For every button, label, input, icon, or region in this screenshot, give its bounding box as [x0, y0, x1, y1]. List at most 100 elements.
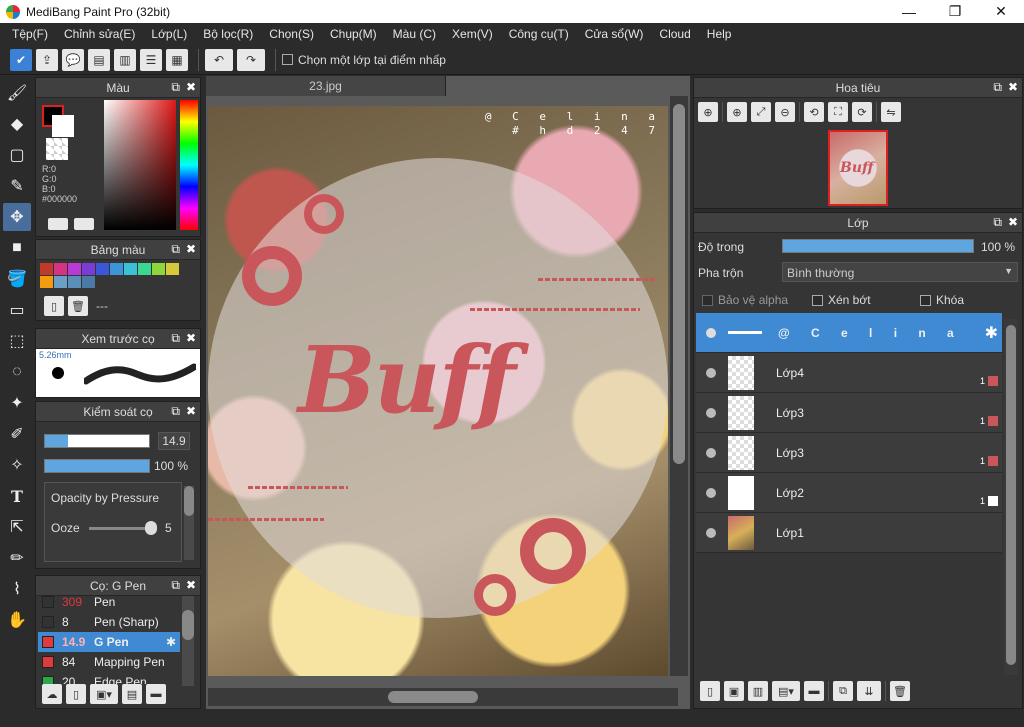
- text-tool-icon[interactable]: T: [3, 482, 31, 510]
- brush-item-g-pen[interactable]: 14.9 G Pen ✱: [38, 632, 180, 652]
- layer-opacity-slider[interactable]: [782, 239, 974, 253]
- add-brush-menu-icon[interactable]: ▣▾: [90, 684, 118, 704]
- brush-control-scrollbar[interactable]: [184, 486, 194, 560]
- cloud-check-icon[interactable]: ✔: [10, 48, 32, 71]
- duplicate-layer-icon[interactable]: ⧉: [833, 681, 853, 701]
- list-icon[interactable]: ☰: [140, 48, 162, 71]
- gradient-tool-icon[interactable]: ▭: [3, 296, 31, 324]
- menu-filter[interactable]: Bộ lọc(R): [195, 27, 261, 41]
- brush-item-edge-pen[interactable]: 20 Edge Pen: [38, 672, 180, 684]
- hue-slider[interactable]: [180, 100, 198, 230]
- float-icon[interactable]: ⧉: [993, 80, 1002, 94]
- new-folder-icon[interactable]: ▬: [804, 681, 824, 701]
- palette-swatch[interactable]: [54, 276, 67, 288]
- close-panel-icon[interactable]: ✖: [186, 578, 196, 592]
- close-panel-icon[interactable]: ✖: [186, 331, 196, 345]
- zoom-fit-icon[interactable]: ⊕: [698, 102, 718, 122]
- minimize-button[interactable]: —: [886, 0, 932, 23]
- palette-swatch[interactable]: [138, 263, 151, 275]
- saturation-value-picker[interactable]: [104, 100, 176, 230]
- visibility-icon[interactable]: [706, 407, 716, 418]
- close-panel-icon[interactable]: ✖: [186, 242, 196, 256]
- brush-list-scrollbar[interactable]: [182, 596, 194, 686]
- float-icon[interactable]: ⧉: [171, 404, 180, 418]
- palette-swatch[interactable]: [110, 263, 123, 275]
- palette-swatch[interactable]: [152, 263, 165, 275]
- blend-mode-select[interactable]: Bình thường ▼: [782, 262, 1018, 282]
- palette-swatch[interactable]: [124, 263, 137, 275]
- palette-swatch[interactable]: [82, 263, 95, 275]
- grid-icon[interactable]: ▦: [166, 48, 188, 71]
- document-canvas[interactable]: Buff @ C e l i n a # h d 2 4 7: [208, 106, 668, 676]
- brush-size-slider[interactable]: [44, 434, 150, 448]
- menu-tools[interactable]: Công cụ(T): [501, 27, 577, 41]
- maximize-button[interactable]: ❐: [932, 0, 978, 23]
- palette-swatch[interactable]: [166, 263, 179, 275]
- menu-file[interactable]: Tệp(F): [4, 27, 56, 41]
- actual-size-icon[interactable]: ⛶: [828, 102, 848, 122]
- palette-swatch[interactable]: [40, 263, 53, 275]
- ooze-slider-handle[interactable]: [145, 521, 157, 535]
- select-pen-icon[interactable]: ✐: [3, 420, 31, 448]
- select-eraser-icon[interactable]: ✧: [3, 451, 31, 479]
- eraser-tool-icon[interactable]: ◆: [3, 110, 31, 138]
- select-layer-checkbox[interactable]: [282, 54, 293, 65]
- visibility-icon[interactable]: [706, 527, 716, 538]
- new-palette-icon[interactable]: ▯: [44, 296, 64, 316]
- bucket-tool-icon[interactable]: 🪣: [3, 265, 31, 293]
- document-tab[interactable]: 23.jpg: [206, 76, 446, 96]
- visibility-icon[interactable]: [706, 487, 716, 498]
- layer-row[interactable]: Lớp4 1: [696, 353, 1002, 393]
- select-tool-icon[interactable]: ⬚: [3, 327, 31, 355]
- speech-bubble-icon[interactable]: 💬: [62, 48, 84, 71]
- gear-icon[interactable]: ✱: [985, 323, 998, 343]
- menu-cloud[interactable]: Cloud: [651, 27, 698, 41]
- eyedropper-icon[interactable]: ⌇: [3, 575, 31, 603]
- color-wheel-icon[interactable]: [48, 218, 68, 230]
- comment-icon[interactable]: ▤: [88, 48, 110, 71]
- layer-row[interactable]: Lớp3 1: [696, 393, 1002, 433]
- brush-settings-icon[interactable]: ▤: [122, 684, 142, 704]
- delete-palette-icon[interactable]: 🗑: [68, 296, 88, 316]
- magic-wand-icon[interactable]: ✦: [3, 389, 31, 417]
- clipping-checkbox[interactable]: [812, 294, 823, 306]
- close-panel-icon[interactable]: ✖: [186, 404, 196, 418]
- float-icon[interactable]: ⧉: [171, 331, 180, 345]
- layer-list-scrollbar[interactable]: [1004, 319, 1018, 675]
- visibility-icon[interactable]: [706, 367, 716, 378]
- hand-tool-icon[interactable]: ✋: [3, 606, 31, 634]
- redo-icon[interactable]: ↷: [237, 48, 265, 71]
- brush-size-value[interactable]: 14.9: [158, 432, 190, 450]
- rectangle-tool-icon[interactable]: ▢: [3, 141, 31, 169]
- new-1bit-layer-icon[interactable]: ▥: [748, 681, 768, 701]
- palette-swatch[interactable]: [82, 276, 95, 288]
- add-layer-menu-icon[interactable]: ▤▾: [772, 681, 800, 701]
- lock-checkbox[interactable]: [920, 294, 931, 306]
- visibility-icon[interactable]: [706, 447, 716, 458]
- undo-icon[interactable]: ↶: [205, 48, 233, 71]
- share-icon[interactable]: ⇪: [36, 48, 58, 71]
- menu-help[interactable]: Help: [699, 27, 740, 41]
- new-layer-icon[interactable]: ▯: [700, 681, 720, 701]
- layer-row[interactable]: Lớp2 1: [696, 473, 1002, 513]
- palette-swatch[interactable]: [40, 276, 53, 288]
- operation-tool-icon[interactable]: ⇱: [3, 513, 31, 541]
- brush-item-pen-sharp[interactable]: 8 Pen (Sharp): [38, 612, 180, 632]
- brush-item-mapping-pen[interactable]: 84 Mapping Pen: [38, 652, 180, 672]
- gear-icon[interactable]: ✱: [166, 635, 176, 649]
- close-panel-icon[interactable]: ✖: [1008, 215, 1018, 229]
- menu-layer[interactable]: Lớp(L): [143, 27, 195, 41]
- fill-rect-tool-icon[interactable]: ■: [3, 234, 31, 262]
- rotate-left-icon[interactable]: ⟲: [804, 102, 824, 122]
- cloud-brush-icon[interactable]: ☁: [42, 684, 62, 704]
- menu-select[interactable]: Chọn(S): [261, 27, 322, 41]
- secondary-color-swatch[interactable]: [52, 115, 74, 137]
- transparent-swatch[interactable]: [46, 138, 68, 160]
- menu-window[interactable]: Cửa sổ(W): [577, 27, 652, 41]
- layer-row[interactable]: @ C e l i n a ✱: [696, 313, 1002, 353]
- brush-opacity-slider[interactable]: [44, 459, 150, 473]
- menu-edit[interactable]: Chỉnh sửa(E): [56, 27, 143, 41]
- merge-layer-icon[interactable]: ⇊: [857, 681, 881, 701]
- close-button[interactable]: ✕: [978, 0, 1024, 23]
- divide-tool-icon[interactable]: ✏: [3, 544, 31, 572]
